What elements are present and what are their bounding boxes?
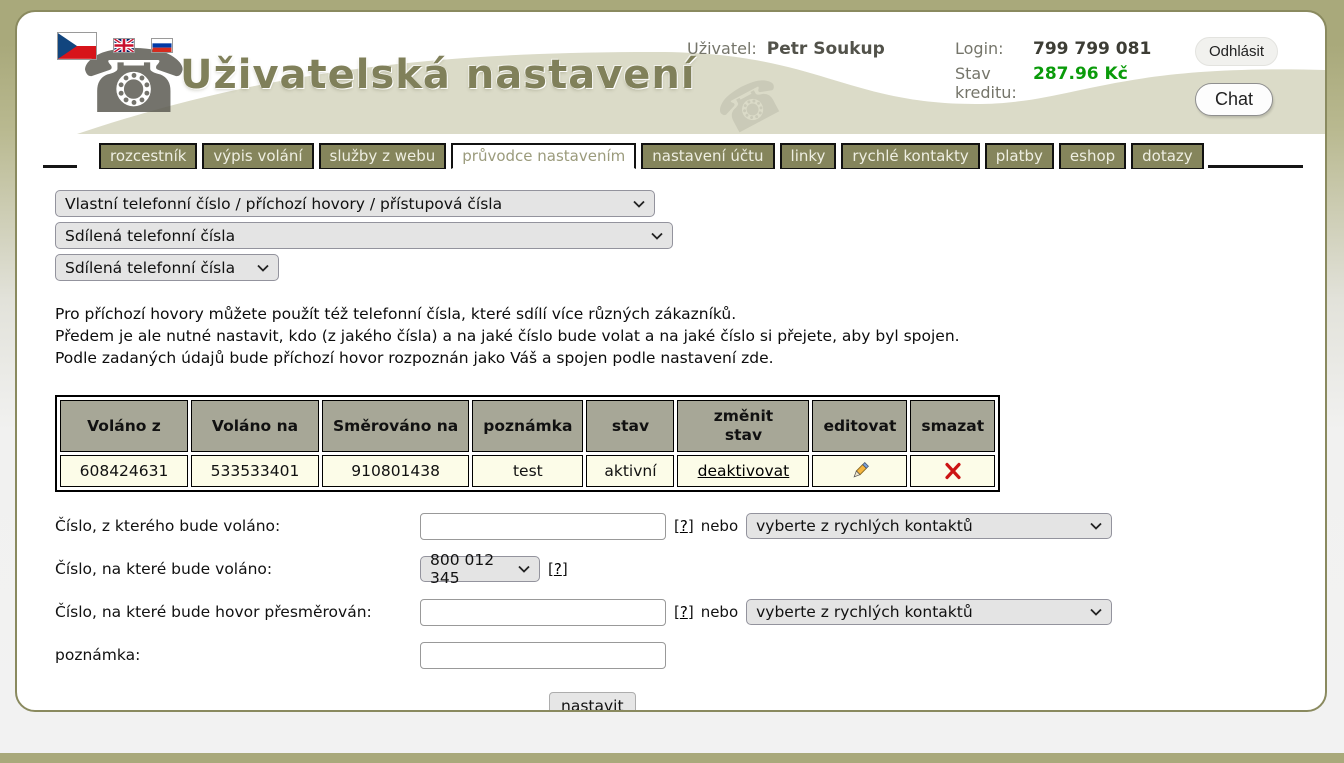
header-note: poznámka	[472, 400, 583, 452]
tab-linky[interactable]: linky	[780, 143, 837, 169]
pencil-icon	[849, 460, 871, 482]
intro-line-1: Pro příchozí hovory můžete použít též te…	[55, 303, 1325, 325]
header-status: stav	[586, 400, 674, 452]
form-row-from: Číslo, z kterého bude voláno: [?] nebo v…	[55, 512, 1325, 540]
user-info: Uživatel: Petr Soukup	[687, 39, 885, 59]
form-row-note: poznámka:	[55, 641, 1325, 669]
from-help-link[interactable]: ?	[680, 517, 688, 535]
page-header: ☎ ☎ Uživatelská nastavení Uživatel:Petr …	[17, 12, 1325, 134]
chat-button[interactable]: Chat	[1195, 83, 1273, 116]
user-name: Petr Soukup	[767, 39, 885, 59]
from-quick-contacts-select[interactable]: vyberte z rychlých kontaktů	[746, 513, 1112, 539]
chevron-down-icon	[1090, 522, 1102, 530]
header-change-status: změnit stav	[677, 400, 809, 452]
bracket: ]	[562, 560, 568, 578]
category-select[interactable]: Vlastní telefonní číslo / příchozí hovor…	[55, 190, 655, 217]
intro-text: Pro příchozí hovory můžete použít též te…	[55, 303, 1325, 369]
tab-pruvodce-nastavenim[interactable]: průvodce nastavením	[451, 143, 636, 169]
to-number-value: 800 012 345	[430, 551, 508, 587]
tab-rychle-kontakty[interactable]: rychlé kontakty	[841, 143, 979, 169]
english-flag-icon[interactable]	[113, 38, 135, 53]
tab-dotazy[interactable]: dotazy	[1131, 143, 1204, 169]
header-called-from: Voláno z	[60, 400, 188, 452]
table-header-row: Voláno z Voláno na Směrováno na poznámka…	[60, 400, 995, 452]
red-x-icon	[943, 461, 963, 481]
form-row-redirect: Číslo, na které bude hovor přesměrován: …	[55, 598, 1325, 626]
tab-vypis-volani[interactable]: výpis volání	[202, 143, 313, 169]
tab-nastaveni-uctu[interactable]: nastavení účtu	[641, 143, 774, 169]
tab-eshop[interactable]: eshop	[1059, 143, 1126, 169]
quick-contacts-value: vyberte z rychlých kontaktů	[756, 517, 973, 535]
edit-button[interactable]	[849, 460, 871, 482]
user-label: Uživatel:	[687, 39, 757, 58]
from-help: [?]	[674, 517, 694, 535]
intro-line-2: Předem je ale nutné nastavit, kdo (z jak…	[55, 325, 1325, 347]
tab-sluzby-z-webu[interactable]: služby z webu	[319, 143, 447, 169]
russian-flag-icon[interactable]	[151, 38, 173, 53]
redirect-help: [?]	[674, 603, 694, 621]
submit-button[interactable]: nastavit	[549, 692, 636, 712]
cell-called-from: 608424631	[60, 455, 188, 487]
chevron-down-icon	[1090, 608, 1102, 616]
redirect-quick-contacts-select[interactable]: vyberte z rychlých kontaktů	[746, 599, 1112, 625]
to-number-select[interactable]: 800 012 345	[420, 556, 540, 582]
section-select-value: Sdílená telefonní čísla	[65, 227, 235, 245]
redirect-help-link[interactable]: ?	[680, 603, 688, 621]
shared-numbers-table: Voláno z Voláno na Směrováno na poznámka…	[55, 395, 1000, 492]
intro-line-3: Podle zadaných údajů bude příchozí hovor…	[55, 347, 1325, 369]
to-help-link[interactable]: ?	[554, 560, 562, 578]
note-label: poznámka:	[55, 646, 420, 664]
header-delete: smazat	[910, 400, 995, 452]
note-input[interactable]	[420, 642, 666, 669]
subsection-select-value: Sdílená telefonní čísla	[65, 259, 235, 277]
redirect-label: Číslo, na které bude hovor přesměrován:	[55, 603, 420, 621]
bracket: ]	[688, 517, 694, 535]
form-row-to: Číslo, na které bude voláno: 800 012 345…	[55, 555, 1325, 583]
tab-platby[interactable]: platby	[985, 143, 1054, 169]
route-form: Číslo, z kterého bude voláno: [?] nebo v…	[55, 512, 1325, 712]
credit-label: Stav kreditu:	[955, 64, 1019, 102]
redirect-number-input[interactable]	[420, 599, 666, 626]
header-called-to: Voláno na	[191, 400, 319, 452]
quick-contacts-value: vyberte z rychlých kontaktů	[756, 603, 973, 621]
login-credit-info: Login: 799 799 081 Stav kreditu: 287.96 …	[955, 39, 1151, 102]
to-help: [?]	[548, 560, 568, 578]
or-label: nebo	[701, 517, 738, 535]
delete-button[interactable]	[943, 461, 963, 481]
content-area: Vlastní telefonní číslo / příchozí hovor…	[17, 168, 1325, 712]
header-routed-to: Směrováno na	[322, 400, 469, 452]
cell-routed-to: 910801438	[322, 455, 469, 487]
section-select[interactable]: Sdílená telefonní čísla	[55, 222, 673, 249]
to-label: Číslo, na které bude voláno:	[55, 560, 420, 578]
cell-note: test	[472, 455, 583, 487]
cell-called-to: 533533401	[191, 455, 319, 487]
main-navigation: rozcestník výpis volání služby z webu pr…	[17, 140, 1325, 168]
cell-status: aktivní	[586, 455, 674, 487]
header-edit: editovat	[812, 400, 907, 452]
tab-bar: rozcestník výpis volání služby z webu pr…	[99, 143, 1204, 169]
login-label: Login:	[955, 39, 1019, 59]
chevron-down-icon	[651, 232, 663, 240]
page-title: Uživatelská nastavení	[180, 52, 696, 98]
deactivate-link[interactable]: deaktivovat	[698, 462, 790, 480]
logout-button[interactable]: Odhlásit	[1195, 37, 1278, 66]
or-label: nebo	[701, 603, 738, 621]
credit-value: 287.96 Kč	[1033, 64, 1151, 102]
login-value: 799 799 081	[1033, 39, 1151, 59]
bracket: ]	[688, 603, 694, 621]
category-select-value: Vlastní telefonní číslo / příchozí hovor…	[65, 195, 502, 213]
main-panel: ☎ ☎ Uživatelská nastavení Uživatel:Petr …	[15, 10, 1327, 712]
nav-underline-right	[1208, 165, 1303, 168]
chevron-down-icon	[518, 565, 530, 573]
from-number-input[interactable]	[420, 513, 666, 540]
language-switcher	[57, 32, 173, 60]
chevron-down-icon	[633, 200, 645, 208]
subsection-select[interactable]: Sdílená telefonní čísla	[55, 254, 279, 281]
czech-flag-icon[interactable]	[57, 32, 97, 60]
from-label: Číslo, z kterého bude voláno:	[55, 517, 420, 535]
table-row: 608424631 533533401 910801438 test aktiv…	[60, 455, 995, 487]
nav-underline-left	[43, 165, 77, 168]
chevron-down-icon	[257, 264, 269, 272]
tab-rozcestnik[interactable]: rozcestník	[99, 143, 197, 169]
